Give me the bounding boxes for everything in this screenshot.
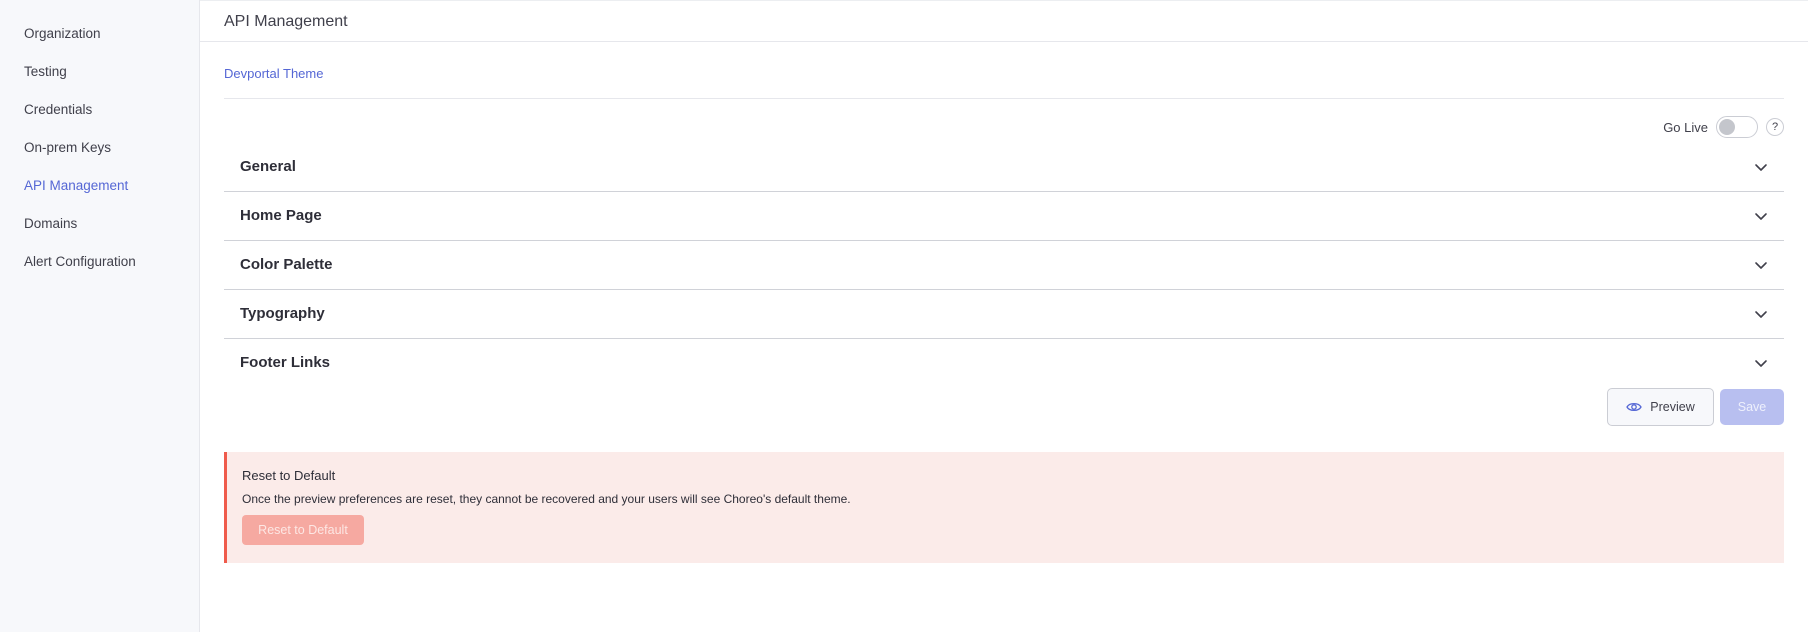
chevron-down-icon [1755,213,1767,220]
sidebar-item-api-management[interactable]: API Management [24,178,128,193]
go-live-toggle[interactable] [1716,116,1758,138]
tab-devportal-theme[interactable]: Devportal Theme [224,66,323,81]
save-button[interactable]: Save [1720,389,1784,425]
sidebar-item-testing[interactable]: Testing [24,64,67,79]
reset-title: Reset to Default [242,468,336,483]
preview-button[interactable]: Preview [1607,388,1714,426]
accordion-title: General [240,158,296,175]
sidebar-item-credentials[interactable]: Credentials [24,102,92,117]
sidebar-item-alert-configuration[interactable]: Alert Configuration [24,254,136,269]
sidebar-item-organization[interactable]: Organization [24,26,101,41]
sidebar-item-on-prem-keys[interactable]: On-prem Keys [24,140,111,155]
accordion-item-general[interactable]: General [224,143,1784,192]
reset-to-default-panel: Reset to Default Once the preview prefer… [224,452,1784,563]
preview-button-label: Preview [1650,400,1695,414]
sidebar: Organization Testing Credentials On-prem… [0,0,200,632]
go-live-control: Go Live ? [1663,116,1784,138]
accordion-item-typography[interactable]: Typography [224,290,1784,339]
go-live-label: Go Live [1663,119,1708,135]
reset-to-default-button[interactable]: Reset to Default [242,515,364,545]
accordion-title: Footer Links [240,354,331,371]
tab-divider [224,98,1784,99]
chevron-down-icon [1755,164,1767,171]
accordion-title: Home Page [240,207,322,224]
chevron-down-icon [1755,360,1767,367]
toggle-knob [1719,119,1735,135]
accordion-item-footer-links[interactable]: Footer Links [224,339,1784,388]
main-panel: API Management Devportal Theme Go Live ?… [200,0,1808,632]
help-icon[interactable]: ? [1766,118,1784,136]
accordion-item-color-palette[interactable]: Color Palette [224,241,1784,290]
eye-icon [1626,402,1643,412]
reset-description: Once the preview preferences are reset, … [242,492,851,506]
theme-actions: Preview Save [1607,388,1784,426]
chevron-down-icon [1755,311,1767,318]
page-title: API Management [224,13,348,30]
accordion-title: Color Palette [240,256,333,273]
accordion-item-home-page[interactable]: Home Page [224,192,1784,241]
theme-accordion: General Home Page Color Palette Typograp… [224,143,1784,388]
accordion-title: Typography [240,305,325,322]
chevron-down-icon [1755,262,1767,269]
page-header: API Management [200,0,1808,42]
sidebar-item-domains[interactable]: Domains [24,216,77,231]
app-root: Organization Testing Credentials On-prem… [0,0,1808,632]
